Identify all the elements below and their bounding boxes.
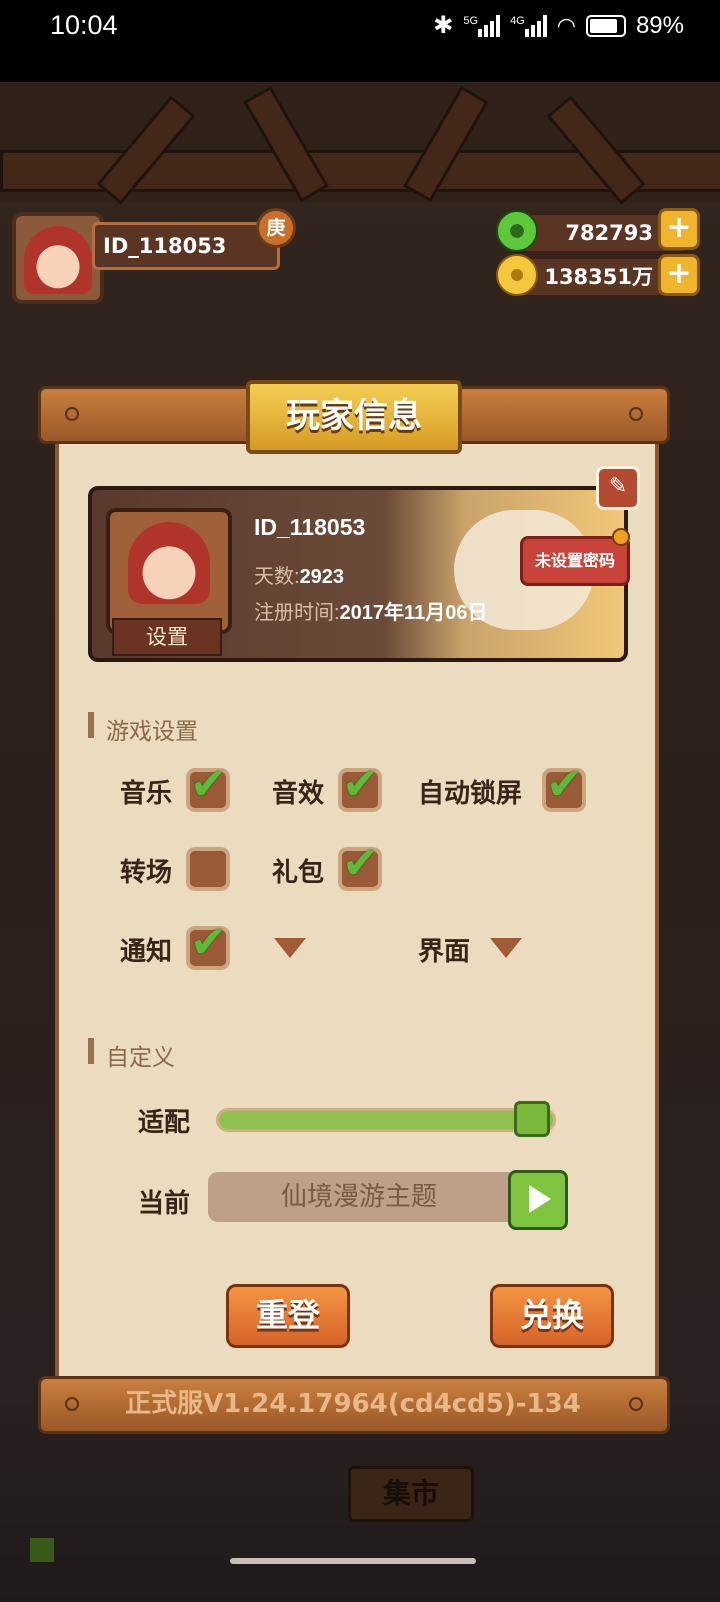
add-coins-button[interactable]: + [658,254,700,296]
fit-slider-thumb[interactable] [513,1101,550,1137]
fit-slider-track[interactable] [216,1108,556,1132]
player-avatar[interactable] [12,212,104,304]
play-theme-button[interactable] [508,1170,568,1230]
jade-icon [496,210,538,252]
exchange-button[interactable]: 兑换 [490,1284,614,1348]
current-theme: 仙境漫游主题 [208,1172,510,1222]
edit-profile-icon[interactable]: ✎ [596,466,640,510]
set-password-button[interactable]: 未设置密码 [520,536,630,586]
option-sfx-label: 音效 [272,779,325,809]
profile-registration: 注册时间:2017年11月06日 [254,602,488,624]
zodiac-badge: 庚 [256,208,296,248]
avatar-settings-button[interactable]: 设置 [112,618,222,656]
autolock-check-icon: ✔ [546,759,583,810]
custom-title: 自定义 [106,1045,175,1071]
interface-label: 界面 [418,937,471,967]
signal-4g-icon: 4G [510,14,547,37]
battery-percent: 89% [635,11,684,39]
coin-icon [496,254,538,296]
profile-id: ID_118053 [254,514,366,540]
interface-dropdown-icon[interactable] [490,938,522,958]
fit-label: 适配 [138,1108,191,1138]
sfx-check-icon: ✔ [342,759,379,810]
notify-check-icon: ✔ [190,917,227,968]
panel-title: 玩家信息 [246,380,462,454]
signal-5g-icon: 5G [463,14,501,37]
option-transition-checkbox[interactable] [186,847,230,891]
current-label: 当前 [138,1189,191,1219]
game-settings-title: 游戏设置 [106,719,198,745]
avatar-face [24,226,92,294]
option-transition-label: 转场 [120,858,173,888]
music-check-icon: ✔ [190,759,227,810]
status-icons: ✱ 5G 4G ◠ 89% [433,11,684,40]
battery-icon [585,14,626,37]
option-autolock-label: 自动锁屏 [418,779,523,809]
option-notify-label: 通知 [120,937,173,967]
wifi-icon: ◠ [556,12,576,38]
profile-avatar[interactable] [106,508,232,634]
notification-dot [612,528,630,546]
corner-indicator [30,1538,54,1562]
player-id-plate: ID_118053 [92,222,280,270]
section-marker-2 [88,1038,94,1064]
option-music-label: 音乐 [120,779,173,809]
profile-days: 天数:2923 [254,566,345,588]
gift-check-icon: ✔ [342,838,379,889]
relogin-button[interactable]: 重登 [226,1284,350,1348]
status-time: 10:04 [50,10,118,40]
bluetooth-icon: ✱ [433,12,454,39]
option-gift-label: 礼包 [272,858,325,888]
dropdown-arrow-icon[interactable] [274,938,306,958]
version-label: 正式服V1.24.17964(cd4cd5)-134 [125,1389,581,1419]
gesture-nav-bar[interactable] [230,1558,476,1564]
section-marker [88,712,94,738]
add-jade-button[interactable]: + [658,208,700,250]
status-bar: 10:04 ✱ 5G 4G ◠ 89% [0,0,720,82]
